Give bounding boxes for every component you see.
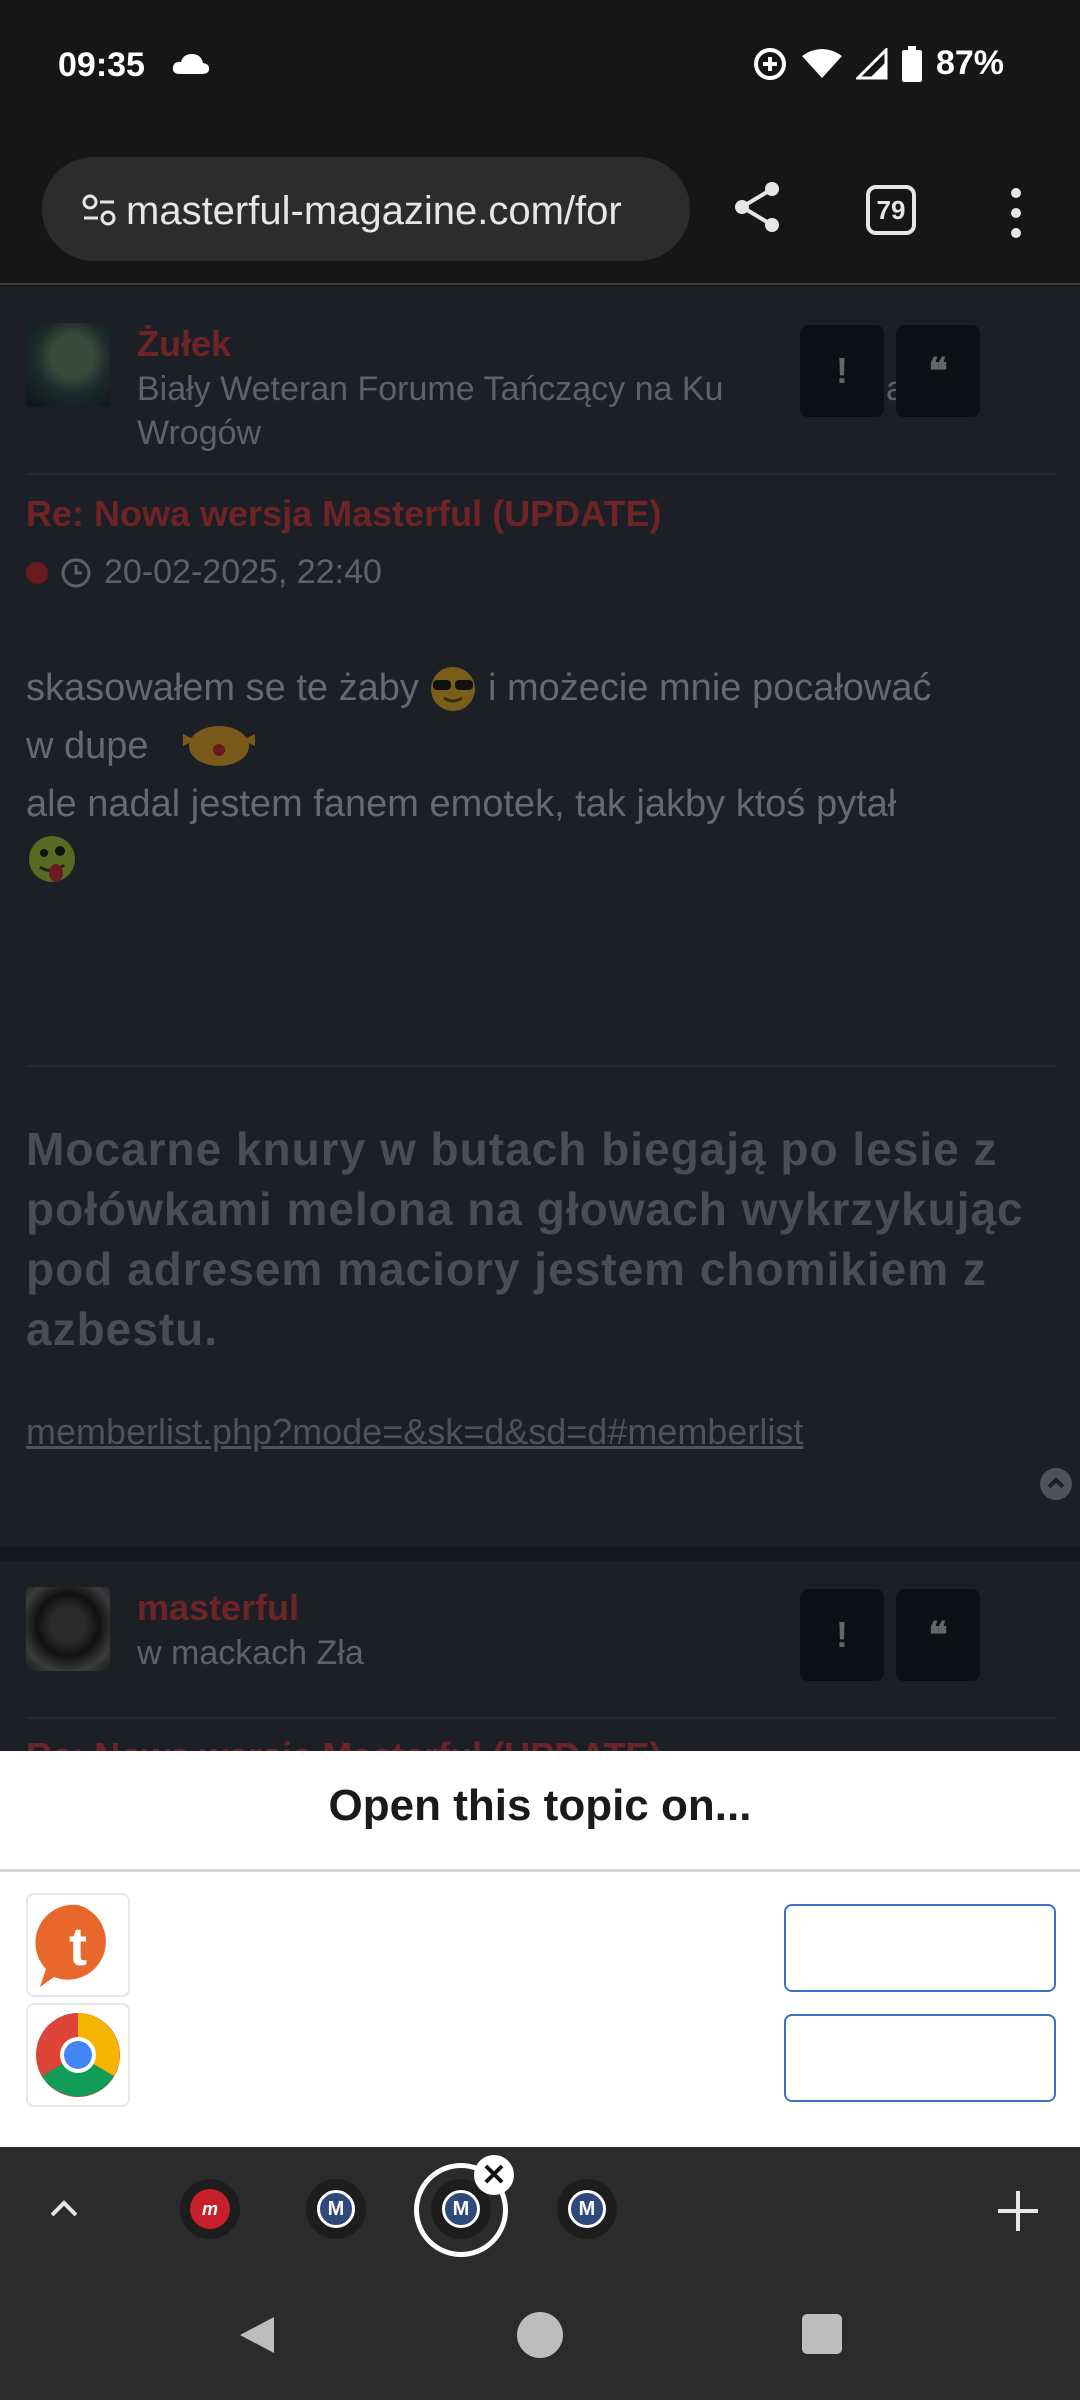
sheet-title: Open this topic on... xyxy=(328,1781,752,1830)
author-rank: w mackach Zła xyxy=(137,1634,364,1672)
back-icon[interactable] xyxy=(234,2313,278,2357)
post-line-1: skasowałem se te żaby i możecie mnie poc… xyxy=(26,659,1056,717)
post-author[interactable]: masterful xyxy=(137,1587,299,1629)
author-rank-line2: Wrogów xyxy=(137,414,262,452)
battery-percent: 87% xyxy=(935,44,1004,82)
avatar[interactable] xyxy=(26,323,110,407)
signature-divider xyxy=(26,1065,1056,1067)
unread-dot xyxy=(26,561,48,584)
open-with-sheet: Open this topic on... t xyxy=(0,1751,1080,2147)
signature-link[interactable]: memberlist.php?mode=&sk=d&sd=d#memberlis… xyxy=(26,1411,803,1453)
system-nav-bar xyxy=(0,2271,1080,2400)
tab-favicon-red: m xyxy=(190,2189,230,2229)
zany-emoji-icon xyxy=(29,836,75,882)
post-line-4 xyxy=(26,833,1056,894)
post-date-text: 20-02-2025, 22:40 xyxy=(104,553,382,591)
post-text: i możecie mnie pocałować xyxy=(487,667,932,709)
post-date: 20-02-2025, 22:40 xyxy=(26,553,382,592)
open-in-tapatalk-button[interactable] xyxy=(784,1904,1056,1992)
battery-icon xyxy=(901,45,922,82)
home-icon[interactable] xyxy=(516,2311,564,2359)
svg-text:t: t xyxy=(69,1917,87,1977)
tab-switcher-button[interactable]: 79 xyxy=(866,185,916,235)
url-text[interactable]: masterful-magazine.com/for xyxy=(126,189,622,234)
plus-icon[interactable] xyxy=(992,2185,1044,2237)
sunglasses-emoji-icon xyxy=(431,667,476,711)
report-button[interactable]: ! xyxy=(800,1589,884,1681)
post-body: skasowałem se te żaby i możecie mnie poc… xyxy=(26,659,1056,894)
tab-favicon[interactable]: M xyxy=(306,2179,366,2239)
post-text: w dupe xyxy=(26,725,149,767)
browser-toolbar: masterful-magazine.com/for 79 xyxy=(0,135,1080,285)
report-button[interactable]: ! xyxy=(800,325,884,417)
tapatalk-icon: t xyxy=(35,1904,106,1987)
blowing-kiss-emoji-icon xyxy=(183,726,256,766)
chevron-up-icon[interactable] xyxy=(44,2189,84,2229)
close-icon[interactable]: ✕ xyxy=(474,2155,514,2195)
signal-icon xyxy=(855,47,888,79)
post-line-2: w dupe xyxy=(26,717,1056,775)
masterful-favicon: M xyxy=(317,2190,355,2228)
post-title[interactable]: Re: Nowa wersja Masterful (UPDATE) xyxy=(26,493,661,535)
divider xyxy=(26,1717,1056,1719)
share-icon[interactable] xyxy=(730,179,786,235)
post-gap xyxy=(0,1547,1080,1561)
post-title[interactable]: Re: Nowa wersja Masterful (UPDATE) xyxy=(26,1735,661,1751)
tab-favicon[interactable]: m xyxy=(180,2179,240,2239)
address-bar[interactable]: masterful-magazine.com/for xyxy=(42,157,690,261)
recents-icon[interactable] xyxy=(801,2313,843,2355)
wifi-icon xyxy=(801,48,842,78)
tab-strip: m M M ✕ M xyxy=(0,2147,1080,2271)
data-saver-icon xyxy=(753,47,786,80)
quote-button[interactable]: ❝ xyxy=(896,325,980,417)
more-vert-icon[interactable] xyxy=(1004,183,1028,243)
scroll-to-top-button[interactable] xyxy=(1040,1468,1072,1500)
status-bar: 09:35 87% xyxy=(0,0,1080,135)
clock-icon xyxy=(61,558,91,587)
masterful-favicon: M xyxy=(568,2190,606,2228)
forum-post: masterful w mackach Zła ! ❝ Re: Nowa wer… xyxy=(0,1561,1080,1751)
masterful-favicon: M xyxy=(442,2190,480,2228)
avatar[interactable] xyxy=(26,1587,110,1671)
forum-page: Żułek Biały Weteran Forume Tańczący na K… xyxy=(0,287,1080,1751)
post-line-3: ale nadal jestem fanem emotek, tak jakby… xyxy=(26,783,897,825)
divider xyxy=(26,473,1056,475)
page-info-icon[interactable] xyxy=(82,193,116,227)
post-text: skasowałem se te żaby xyxy=(26,667,419,709)
cloud-icon xyxy=(172,54,210,74)
chrome-icon xyxy=(36,2013,120,2097)
status-time: 09:35 xyxy=(58,46,145,84)
open-in-chrome-button[interactable] xyxy=(784,2014,1056,2102)
chevron-up-icon xyxy=(1047,1477,1065,1489)
post-author[interactable]: Żułek xyxy=(137,323,231,365)
tab-favicon[interactable]: M xyxy=(557,2179,617,2239)
author-rank: Biały Weteran Forume Tańczący na Ku xyxy=(137,370,724,408)
quote-button[interactable]: ❝ xyxy=(896,1589,980,1681)
tapatalk-option[interactable]: t xyxy=(26,1893,130,1997)
signature-text: Mocarne knury w butach biegają po lesie … xyxy=(26,1123,1024,1355)
chrome-option[interactable] xyxy=(26,2003,130,2107)
sheet-divider xyxy=(0,1869,1080,1872)
forum-post: Żułek Biały Weteran Forume Tańczący na K… xyxy=(0,287,1080,1547)
